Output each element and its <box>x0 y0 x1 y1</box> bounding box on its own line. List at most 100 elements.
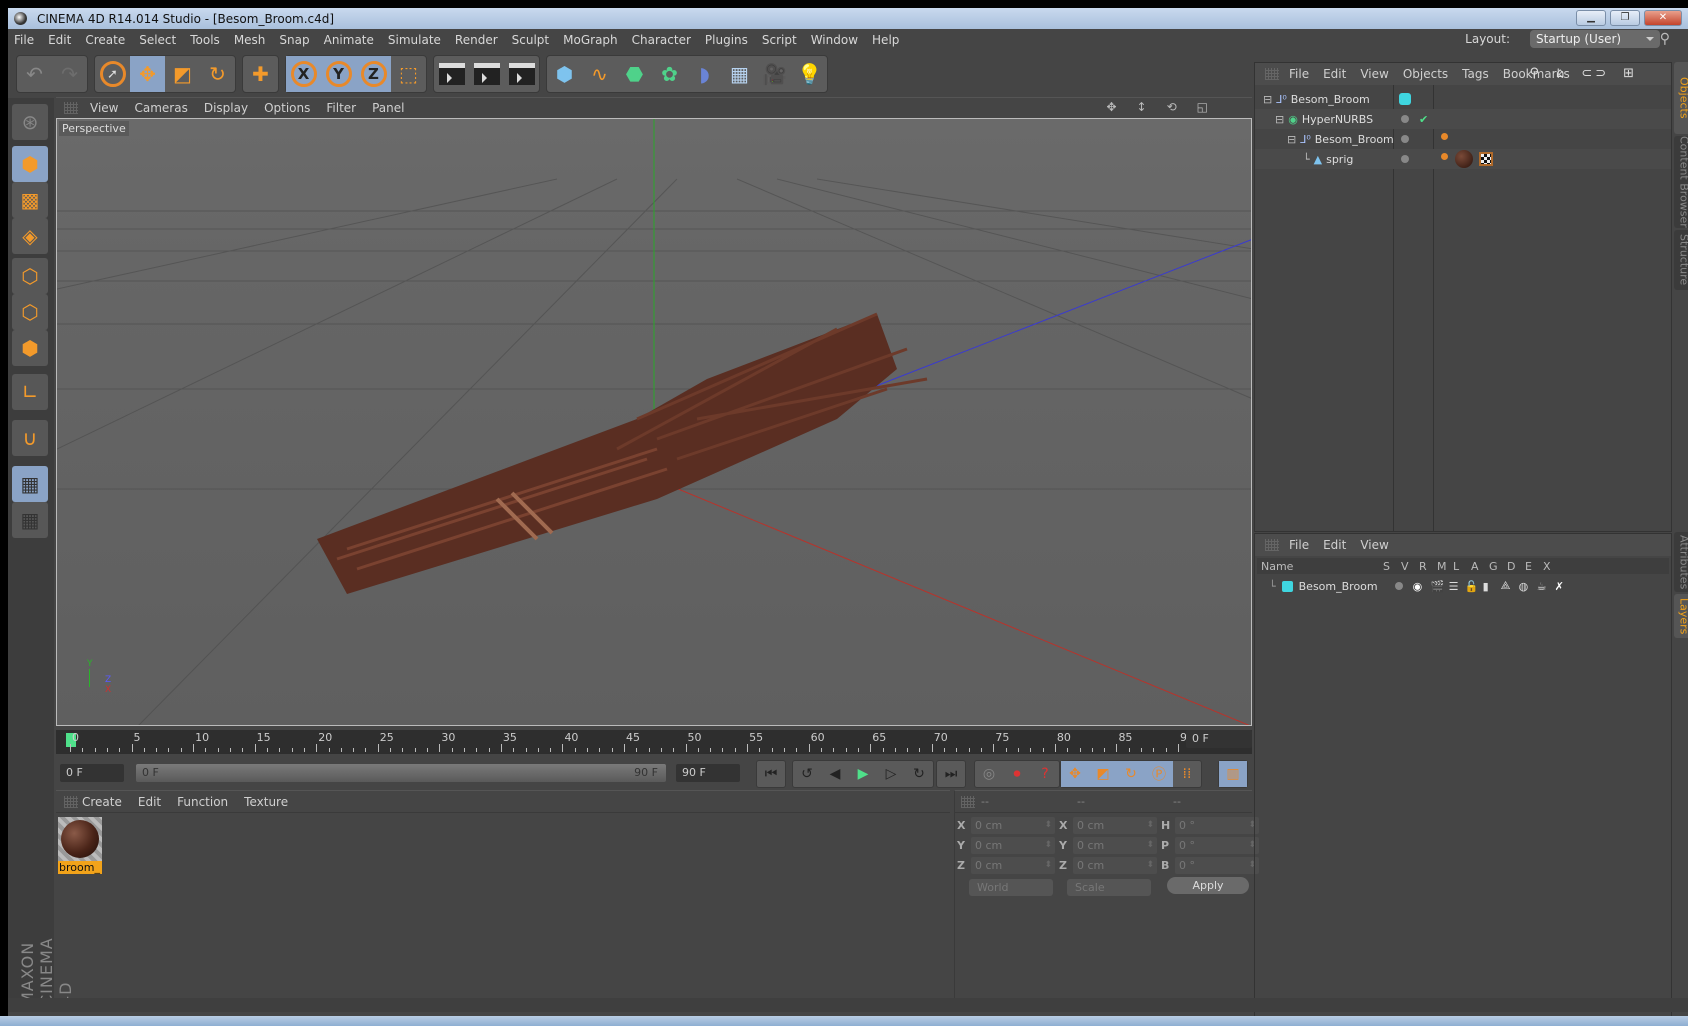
workplane-mode-icon[interactable]: ◈ <box>12 218 48 254</box>
spline-pen-icon[interactable]: ∿ <box>582 56 617 92</box>
visibility-dot[interactable] <box>1401 155 1409 163</box>
menu-sculpt[interactable]: Sculpt <box>512 33 549 47</box>
menu-file[interactable]: File <box>14 33 34 47</box>
phong-tag-icon[interactable] <box>1441 133 1448 140</box>
rot-h-field[interactable]: 0 ° <box>1175 817 1259 834</box>
minimize-button[interactable]: ▁ <box>1576 10 1606 26</box>
menu-mesh[interactable]: Mesh <box>234 33 266 47</box>
dolly-icon[interactable]: ↕ <box>1137 100 1151 114</box>
key-scale-icon[interactable]: ◩ <box>1089 761 1117 787</box>
size-x-field[interactable]: 0 cm <box>1073 817 1157 834</box>
expressions-toggle-icon[interactable]: ☕ <box>1537 580 1555 593</box>
workplane-lock-icon[interactable]: ▦ <box>12 466 48 502</box>
animation-toggle-icon[interactable]: ▮ <box>1483 580 1501 593</box>
object-row[interactable]: └ ▲ sprig <box>1255 149 1671 169</box>
om-new-window-icon[interactable]: ⊞ <box>1623 66 1637 81</box>
rot-b-field[interactable]: 0 ° <box>1175 857 1259 874</box>
om-home-icon[interactable]: ⌂ <box>1556 66 1567 81</box>
pan-icon[interactable]: ✥ <box>1106 100 1120 114</box>
timeline-ruler[interactable]: 051015202530354045505560657075808590 <box>56 730 1252 754</box>
end-frame-field[interactable]: 90 F <box>676 764 740 782</box>
uvw-tag-icon[interactable] <box>1479 152 1493 166</box>
current-frame-field[interactable]: 0 F <box>1186 730 1252 748</box>
material-menu-edit[interactable]: Edit <box>138 795 161 809</box>
menu-render[interactable]: Render <box>455 33 498 47</box>
menu-snap[interactable]: Snap <box>279 33 309 47</box>
z-axis-lock-icon[interactable]: Z <box>356 56 391 92</box>
next-frame-icon[interactable]: ▷ <box>877 761 905 787</box>
deformer-bend-icon[interactable]: ◗ <box>687 56 722 92</box>
menu-tools[interactable]: Tools <box>190 33 220 47</box>
search-icon[interactable]: ⚲ <box>1660 31 1670 47</box>
tab-objects[interactable]: Objects <box>1674 62 1688 134</box>
size-z-field[interactable]: 0 cm <box>1073 857 1157 874</box>
make-editable-icon[interactable]: ⊛ <box>12 104 48 140</box>
layer-manager-grip[interactable] <box>1265 539 1279 551</box>
xref-toggle-icon[interactable]: ✗ <box>1555 580 1573 593</box>
apply-button[interactable]: Apply <box>1167 877 1249 894</box>
viewport-menu-view[interactable]: View <box>90 101 118 115</box>
timeline-icon[interactable]: ▥ <box>1219 761 1247 787</box>
om-menu-view[interactable]: View <box>1360 67 1388 81</box>
keyframe-help-icon[interactable]: ? <box>1031 761 1059 787</box>
light-icon[interactable]: 💡 <box>792 56 827 92</box>
lm-menu-view[interactable]: View <box>1360 538 1388 552</box>
object-row[interactable]: ⊟ ◉ HyperNURBS ✔ <box>1255 109 1671 129</box>
size-y-field[interactable]: 0 cm <box>1073 837 1157 854</box>
key-position-icon[interactable]: ✥ <box>1061 761 1089 787</box>
render-settings-icon[interactable] <box>504 56 539 92</box>
layer-color-swatch[interactable] <box>1399 93 1411 105</box>
viewport-grip[interactable] <box>64 102 78 114</box>
nurbs-subdivision-icon[interactable]: ⬣ <box>617 56 652 92</box>
menu-edit[interactable]: Edit <box>48 33 71 47</box>
move-icon[interactable]: ✥ <box>130 56 165 92</box>
object-manager-grip[interactable] <box>1265 68 1279 80</box>
create-last-object-icon[interactable]: ✚ <box>243 56 278 92</box>
camera-icon[interactable]: 🎥 <box>757 56 792 92</box>
go-to-end-icon[interactable]: ⏭ <box>937 761 965 787</box>
axis-mode-icon[interactable]: ∟ <box>12 374 48 410</box>
menu-create[interactable]: Create <box>85 33 125 47</box>
maximize-view-icon[interactable]: ◱ <box>1197 100 1212 114</box>
visibility-dot[interactable] <box>1401 135 1409 143</box>
om-menu-objects[interactable]: Objects <box>1403 67 1448 81</box>
material-swatch[interactable]: broom_ <box>58 817 102 875</box>
layer-color-swatch[interactable] <box>1281 580 1293 592</box>
texture-mode-icon[interactable]: ▩ <box>12 182 48 218</box>
lm-menu-edit[interactable]: Edit <box>1323 538 1346 552</box>
viewport-menu-filter[interactable]: Filter <box>326 101 356 115</box>
record-autokey-icon[interactable]: ◎ <box>975 761 1003 787</box>
menu-mograph[interactable]: MoGraph <box>563 33 618 47</box>
tab-content-browser[interactable]: Content Browser <box>1674 136 1688 228</box>
material-menu-texture[interactable]: Texture <box>244 795 288 809</box>
go-to-start-icon[interactable]: ⏮ <box>757 761 785 787</box>
om-link-icon[interactable]: ⊂⊃ <box>1581 66 1609 81</box>
viewport-menu-cameras[interactable]: Cameras <box>134 101 187 115</box>
render-view-icon[interactable] <box>434 56 469 92</box>
generators-toggle-icon[interactable]: ⟁ <box>1501 579 1519 593</box>
cube-primitive-icon[interactable]: ⬢ <box>547 56 582 92</box>
perspective-viewport[interactable]: Perspective Y Z X <box>56 118 1252 726</box>
previous-frame-icon[interactable]: ◀ <box>821 761 849 787</box>
material-menu-create[interactable]: Create <box>82 795 122 809</box>
record-active-icon[interactable]: ⏺ <box>1003 761 1031 787</box>
mode-dropdown[interactable]: Scale <box>1067 879 1151 896</box>
live-selection-icon[interactable]: ➚ <box>95 56 130 92</box>
redo-icon[interactable]: ↷ <box>52 56 87 92</box>
enabled-check-icon[interactable]: ✔ <box>1419 113 1428 126</box>
viewport-label[interactable]: Perspective <box>59 121 129 136</box>
lm-menu-file[interactable]: File <box>1289 538 1309 552</box>
coordinates-grip[interactable] <box>961 796 975 808</box>
menu-help[interactable]: Help <box>872 33 899 47</box>
om-search-icon[interactable]: ⚲ <box>1530 66 1543 81</box>
frame-range-slider[interactable]: 0 F 90 F <box>136 764 666 782</box>
key-rotation-icon[interactable]: ↻ <box>1117 761 1145 787</box>
loop-icon[interactable]: ↻ <box>905 761 933 787</box>
y-axis-lock-icon[interactable]: Y <box>321 56 356 92</box>
object-row[interactable]: ⊟ ⅃⁰ Besom_Broom <box>1255 89 1671 109</box>
render-picture-viewer-icon[interactable] <box>469 56 504 92</box>
menu-plugins[interactable]: Plugins <box>705 33 748 47</box>
close-button[interactable]: ✕ <box>1644 10 1682 26</box>
array-mograph-icon[interactable]: ✿ <box>652 56 687 92</box>
phong-tag-icon[interactable] <box>1441 153 1448 160</box>
